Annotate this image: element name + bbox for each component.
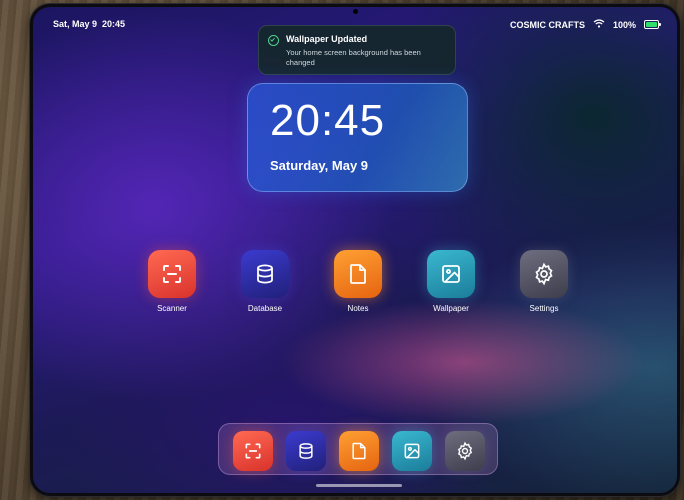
database-icon xyxy=(299,443,313,459)
home-indicator[interactable] xyxy=(316,484,402,487)
battery-fill xyxy=(646,22,657,27)
note-icon xyxy=(352,442,366,460)
app-label-wallpaper: Wallpaper xyxy=(433,304,469,313)
scan-icon xyxy=(245,443,261,459)
status-bar-right: COSMIC CRAFTS 100% xyxy=(509,19,661,30)
note-icon xyxy=(334,250,382,298)
carrier-label: COSMIC CRAFTS xyxy=(509,19,585,30)
app-notes[interactable]: Notes xyxy=(323,250,393,313)
dock-scanner[interactable] xyxy=(233,431,273,471)
app-database[interactable]: Database xyxy=(230,250,300,313)
app-label-scanner: Scanner xyxy=(157,304,187,313)
notification-banner[interactable]: Wallpaper Updated Your home screen backg… xyxy=(258,25,456,75)
app-wallpaper[interactable]: Wallpaper xyxy=(416,250,486,313)
wifi-icon xyxy=(593,19,605,30)
status-time: 20:45 xyxy=(102,19,126,29)
app-label-settings: Settings xyxy=(529,304,559,313)
battery-icon xyxy=(644,20,661,29)
clock-date: Saturday, May 9 xyxy=(270,158,369,173)
app-scanner[interactable]: Scanner xyxy=(137,250,207,313)
check-circle-icon xyxy=(268,35,279,46)
tablet-device: Sat, May 9 20:45 COSMIC CRAFTS 100% Wall… xyxy=(30,4,680,496)
gear-icon xyxy=(457,441,473,461)
dock-wallpaper[interactable] xyxy=(392,431,432,471)
database-icon xyxy=(241,250,289,298)
app-settings[interactable]: Settings xyxy=(509,250,579,313)
notification-title: Wallpaper Updated xyxy=(286,34,368,44)
notification-body: Your home screen background has been cha… xyxy=(286,48,421,67)
dock-settings[interactable] xyxy=(445,431,485,471)
dock xyxy=(218,423,498,475)
app-label-database: Database xyxy=(247,304,283,313)
app-label-notes: Notes xyxy=(347,304,369,313)
home-screen: Sat, May 9 20:45 COSMIC CRAFTS 100% Wall… xyxy=(33,7,677,493)
status-bar-left: Sat, May 9 20:45 xyxy=(53,19,125,29)
image-icon xyxy=(427,250,475,298)
battery-percent: 100% xyxy=(612,19,636,30)
dock-notes[interactable] xyxy=(339,431,379,471)
scan-icon xyxy=(148,250,196,298)
clock-time: 20:45 xyxy=(270,96,386,145)
front-camera xyxy=(353,9,358,14)
clock-widget[interactable]: 20:45 Saturday, May 9 xyxy=(247,83,468,192)
dock-database[interactable] xyxy=(286,431,326,471)
image-icon xyxy=(404,443,420,459)
status-date: Sat, May 9 xyxy=(53,19,98,29)
gear-icon xyxy=(520,250,568,298)
